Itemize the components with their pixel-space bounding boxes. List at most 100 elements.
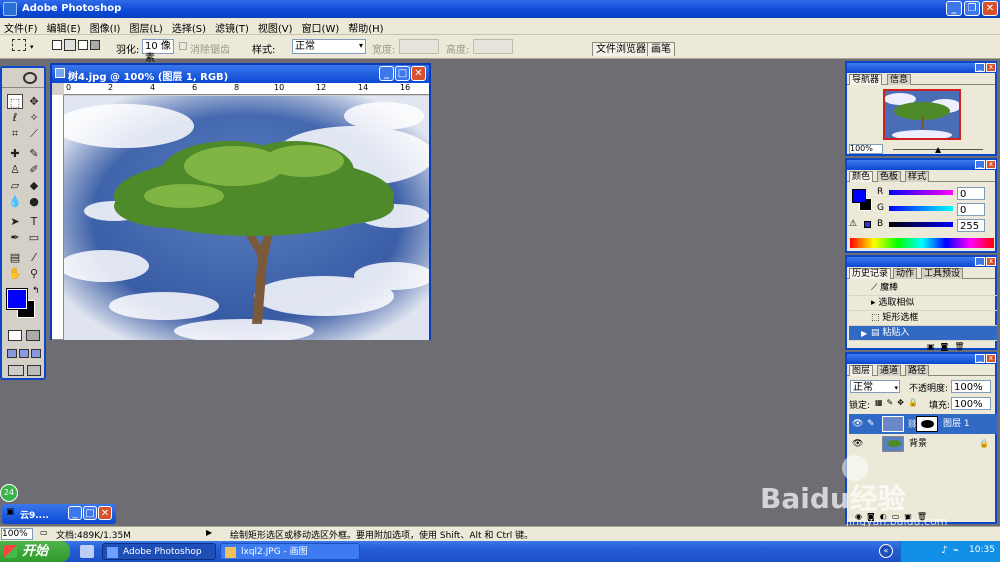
- task-photoshop[interactable]: Adobe Photoshop: [102, 543, 216, 560]
- foreground-color-swatch[interactable]: [6, 288, 28, 310]
- height-input[interactable]: [473, 39, 513, 54]
- document-window[interactable]: 树4.jpg @ 100% (图层 1, RGB) _ □ ✕ 0 2 4 6 …: [50, 63, 431, 340]
- fill-input[interactable]: 100%: [951, 397, 991, 410]
- tab-actions[interactable]: 动作: [893, 268, 918, 279]
- panel-header[interactable]: _ x: [847, 257, 996, 267]
- navigator-zoom-input[interactable]: 100%: [849, 144, 883, 154]
- quick-mask-icon[interactable]: [26, 330, 40, 341]
- clock[interactable]: 10:35: [969, 545, 995, 555]
- crop-tool-icon[interactable]: ⌗: [7, 126, 23, 141]
- pen-tool-icon[interactable]: ✒: [7, 230, 23, 245]
- magic-wand-tool-icon[interactable]: ✧: [26, 110, 42, 125]
- websafe-swatch[interactable]: [864, 221, 871, 228]
- quick-launch-icon[interactable]: [80, 545, 94, 558]
- clone-stamp-icon[interactable]: ♙: [7, 162, 23, 177]
- menu-layer[interactable]: 图层(L): [125, 18, 167, 35]
- standard-mode-icon[interactable]: [8, 330, 22, 341]
- tab-color[interactable]: 颜色: [849, 171, 874, 182]
- minimize-button[interactable]: _: [946, 1, 962, 16]
- menu-image[interactable]: 图像(I): [86, 18, 126, 35]
- tab-channels[interactable]: 通道: [877, 365, 902, 376]
- history-item[interactable]: ▸ 选取相似: [849, 296, 997, 311]
- blur-tool-icon[interactable]: 💧: [7, 194, 23, 209]
- eyedropper-icon[interactable]: ⁄: [26, 250, 42, 265]
- menu-edit[interactable]: 编辑(E): [43, 18, 86, 35]
- history-brush-icon[interactable]: ✐: [26, 162, 42, 177]
- jump-to-imageready-icon[interactable]: [8, 365, 24, 376]
- tab-layers[interactable]: 图层: [849, 365, 874, 376]
- restore-button[interactable]: ❐: [964, 1, 980, 16]
- tab-navigator[interactable]: 导航器: [849, 74, 883, 85]
- eye-logo-icon[interactable]: [23, 72, 37, 84]
- type-tool-icon[interactable]: T: [26, 214, 42, 229]
- panel-header[interactable]: _ x: [847, 160, 996, 170]
- panel-minimize-icon[interactable]: _: [975, 63, 985, 72]
- start-button[interactable]: 开始: [0, 541, 70, 562]
- visibility-eye-icon[interactable]: 👁: [852, 434, 863, 454]
- status-zoom-input[interactable]: 100%: [1, 528, 33, 540]
- panel-minimize-icon[interactable]: _: [975, 354, 985, 363]
- hand-tool-icon[interactable]: ✋: [7, 266, 23, 281]
- notification-badge[interactable]: 24: [0, 484, 18, 502]
- imageready-icon[interactable]: [27, 365, 41, 376]
- panel-close-icon[interactable]: x: [986, 160, 996, 169]
- vertical-ruler[interactable]: [52, 95, 64, 340]
- show-hidden-icons-button[interactable]: «: [879, 544, 893, 558]
- style-select[interactable]: 正常 ▾: [292, 39, 366, 54]
- antialias-checkbox[interactable]: [179, 42, 187, 50]
- channel-r-input[interactable]: 0: [957, 187, 985, 200]
- menu-select[interactable]: 选择(S): [168, 18, 211, 35]
- history-item[interactable]: ⬚ 矩形选框: [849, 311, 997, 326]
- history-item-selected[interactable]: ▤ 粘贴入: [849, 326, 997, 341]
- screen-mode-menu-icon[interactable]: [19, 349, 29, 358]
- move-tool-icon[interactable]: ✥: [26, 94, 42, 109]
- panel-close-icon[interactable]: x: [986, 63, 996, 72]
- network-icon[interactable]: ⌁: [953, 545, 959, 556]
- slice-tool-icon[interactable]: ⟋: [26, 126, 42, 141]
- tab-info[interactable]: 信息: [887, 74, 912, 85]
- menu-filter[interactable]: 滤镜(T): [211, 18, 254, 35]
- navigator-thumbnail[interactable]: [883, 89, 961, 140]
- zoom-slider-handle-icon[interactable]: ▲: [935, 145, 941, 154]
- tab-tool-presets[interactable]: 工具预设: [921, 268, 964, 279]
- doc-close-button[interactable]: ✕: [411, 66, 426, 81]
- width-input[interactable]: [399, 39, 439, 54]
- channel-b-input[interactable]: 255: [957, 219, 985, 232]
- tab-styles[interactable]: 样式: [905, 171, 930, 182]
- color-spectrum-bar[interactable]: [850, 238, 994, 248]
- close-button[interactable]: ✕: [982, 1, 998, 16]
- new-selection-icon[interactable]: [52, 40, 62, 50]
- panel-header[interactable]: _ x: [847, 63, 996, 73]
- feather-input[interactable]: 10 像素: [142, 39, 174, 64]
- speaker-icon[interactable]: ♪: [941, 545, 947, 556]
- history-footer-icons[interactable]: ▣◙🗑: [927, 342, 970, 351]
- swap-colors-icon[interactable]: ↰: [32, 286, 40, 296]
- panel-minimize-icon[interactable]: _: [975, 160, 985, 169]
- preset-dropdown-icon[interactable]: ▾: [30, 43, 34, 51]
- doc-minimize-button[interactable]: _: [379, 66, 394, 81]
- lasso-tool-icon[interactable]: ℓ: [7, 110, 23, 125]
- path-select-icon[interactable]: ➤: [7, 214, 23, 229]
- screen-mode-full-icon[interactable]: [31, 349, 41, 358]
- history-item[interactable]: ⟋ 魔棒: [849, 281, 997, 296]
- marquee-preset-icon[interactable]: [12, 39, 26, 51]
- panel-close-icon[interactable]: x: [986, 257, 996, 266]
- doc-maximize-button[interactable]: □: [395, 66, 410, 81]
- minimized-document-window[interactable]: ▣ 云9.... _ □ ✕: [2, 504, 116, 524]
- shape-tool-icon[interactable]: ▭: [26, 230, 42, 245]
- tab-history[interactable]: 历史记录: [849, 268, 892, 279]
- zoom-tool-icon[interactable]: ⚲: [26, 266, 42, 281]
- tab-file-browser[interactable]: 文件浏览器: [592, 42, 650, 56]
- menu-view[interactable]: 视图(V): [254, 18, 298, 35]
- paint-bucket-icon[interactable]: ◆: [26, 178, 42, 193]
- layer-row-selected[interactable]: 👁 ✎ ⛓ 图层 1: [849, 414, 997, 434]
- intersect-selection-icon[interactable]: [90, 40, 100, 50]
- healing-brush-icon[interactable]: ✚: [7, 146, 23, 161]
- channel-b-slider[interactable]: [889, 222, 953, 227]
- screen-mode-standard-icon[interactable]: [7, 349, 17, 358]
- subtract-selection-icon[interactable]: [78, 40, 88, 50]
- menu-window[interactable]: 窗口(W): [298, 18, 345, 35]
- channel-g-slider[interactable]: [889, 206, 953, 211]
- tab-swatches[interactable]: 色板: [877, 171, 902, 182]
- tab-brushes[interactable]: 画笔: [647, 42, 675, 56]
